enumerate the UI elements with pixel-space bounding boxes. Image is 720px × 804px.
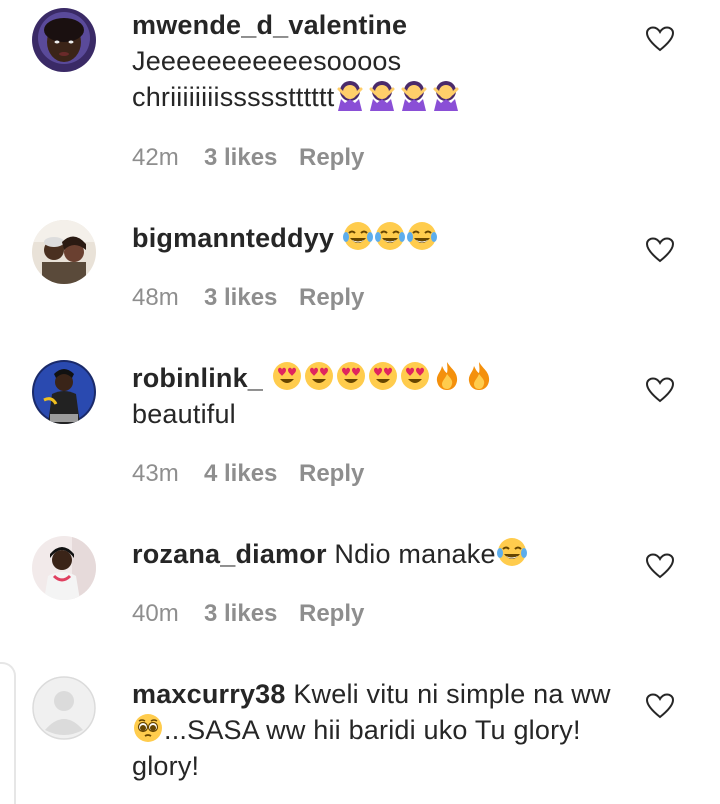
fire-emoji: [431, 360, 463, 392]
heart-icon[interactable]: [646, 26, 674, 52]
heart-eyes-emoji: [399, 360, 431, 392]
heart-eyes-emoji: [335, 360, 367, 392]
likes-count[interactable]: 3 likes: [204, 143, 299, 173]
comment-text: chriiiiiiiissssstttttt: [132, 82, 335, 112]
heart-eyes-emoji: [303, 360, 335, 392]
comment-meta: 40m 3 likes Reply: [132, 599, 364, 629]
comment-time: 43m: [132, 460, 179, 487]
reply-button[interactable]: Reply: [299, 143, 364, 173]
heart-eyes-emoji: [367, 360, 399, 392]
pleading-face-emoji: [132, 712, 164, 744]
woman-gesturing-no-emoji: [398, 79, 430, 111]
reply-button[interactable]: Reply: [299, 283, 364, 313]
comment-username[interactable]: bigmannteddyy: [132, 223, 334, 253]
tears-of-joy-emoji: [374, 220, 406, 252]
heart-icon[interactable]: [646, 377, 674, 403]
reply-button[interactable]: Reply: [299, 599, 364, 629]
heart-icon[interactable]: [646, 693, 674, 719]
comment-body: bigmannteddyy: [132, 220, 632, 256]
woman-gesturing-no-emoji: [334, 79, 366, 111]
comment-text: glory!: [132, 751, 200, 781]
comment-body: robinlink_ beautiful: [132, 360, 632, 432]
avatar[interactable]: [32, 360, 96, 424]
likes-count[interactable]: 3 likes: [204, 599, 299, 629]
likes-count[interactable]: 4 likes: [204, 459, 299, 489]
tears-of-joy-emoji: [406, 220, 438, 252]
heart-icon[interactable]: [646, 237, 674, 263]
comment-body: maxcurry38 Kweli vitu ni simple na ww ..…: [132, 676, 632, 784]
comment-text: Ndio manake: [334, 539, 496, 569]
comment-text: Kweli vitu ni simple na ww: [293, 679, 611, 709]
comment-body: rozana_diamor Ndio manake: [132, 536, 632, 572]
comment-time: 48m: [132, 284, 179, 311]
avatar[interactable]: [32, 8, 96, 72]
comment-username[interactable]: maxcurry38: [132, 679, 286, 709]
likes-count[interactable]: 3 likes: [204, 283, 299, 313]
comment-meta: 43m 4 likes Reply: [132, 459, 364, 489]
comment-username[interactable]: mwende_d_valentine: [132, 10, 407, 40]
comment-time: 40m: [132, 600, 179, 627]
heart-eyes-emoji: [271, 360, 303, 392]
comment-username[interactable]: robinlink_: [132, 363, 263, 393]
comment-text: Jeeeeeeeeeeesoooos: [132, 46, 402, 76]
comment-text: ...SASA ww hii baridi uko Tu glory!: [164, 715, 581, 745]
woman-gesturing-no-emoji: [430, 79, 462, 111]
comment-meta: 42m 3 likes Reply: [132, 143, 364, 173]
woman-gesturing-no-emoji: [366, 79, 398, 111]
tears-of-joy-emoji: [342, 220, 374, 252]
fire-emoji: [463, 360, 495, 392]
heart-icon[interactable]: [646, 553, 674, 579]
avatar[interactable]: [32, 536, 96, 600]
avatar[interactable]: [32, 220, 96, 284]
comment-username[interactable]: rozana_diamor: [132, 539, 327, 569]
reply-button[interactable]: Reply: [299, 459, 364, 489]
comment-meta: 48m 3 likes Reply: [132, 283, 364, 313]
comment-time: 42m: [132, 144, 179, 171]
comment-body: mwende_d_valentine Jeeeeeeeeeeesoooos ch…: [132, 7, 632, 115]
avatar[interactable]: [32, 676, 96, 740]
comment-text: beautiful: [132, 399, 236, 429]
tears-of-joy-emoji: [496, 536, 528, 568]
sheet-edge: [0, 662, 16, 804]
